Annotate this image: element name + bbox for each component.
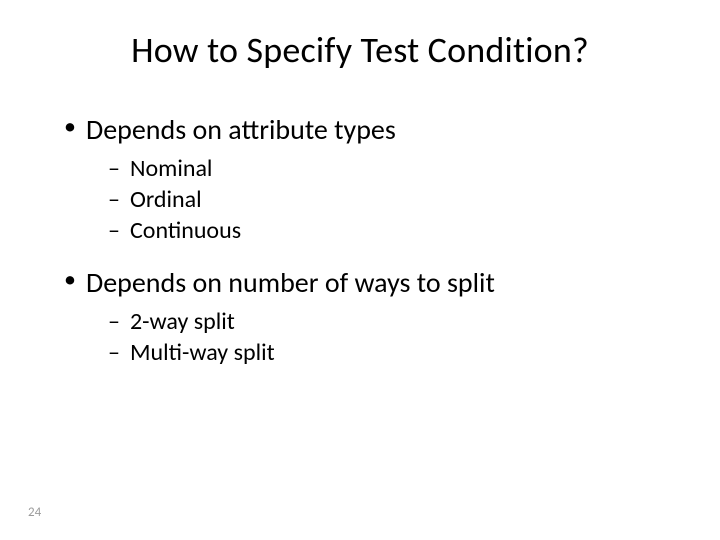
bullet-level-2: Ordinal xyxy=(108,184,680,215)
slide-container: How to Specify Test Condition? Depends o… xyxy=(0,0,720,540)
sublist: Nominal Ordinal Continuous xyxy=(108,153,680,247)
bullet-level-2: Nominal xyxy=(108,153,680,184)
bullet-level-2: Multi-way split xyxy=(108,337,680,368)
sub-bullet-text: Continuous xyxy=(130,216,241,245)
slide-content: Depends on attribute types Nominal Ordin… xyxy=(40,112,680,368)
bullet-level-1: Depends on attribute types xyxy=(60,112,680,147)
bullet-text: Depends on attribute types xyxy=(86,112,396,147)
bullet-level-2: 2-way split xyxy=(108,306,680,337)
bullet-text: Depends on number of ways to split xyxy=(86,265,495,300)
sub-bullet-text: 2-way split xyxy=(130,307,235,336)
sub-bullet-text: Multi-way split xyxy=(130,338,275,367)
sublist: 2-way split Multi-way split xyxy=(108,306,680,368)
sub-bullet-text: Nominal xyxy=(130,154,212,183)
page-number: 24 xyxy=(28,505,41,520)
sub-bullet-text: Ordinal xyxy=(130,185,202,214)
slide-title: How to Specify Test Condition? xyxy=(40,28,680,72)
bullet-level-1: Depends on number of ways to split xyxy=(60,265,680,300)
bullet-level-2: Continuous xyxy=(108,215,680,246)
